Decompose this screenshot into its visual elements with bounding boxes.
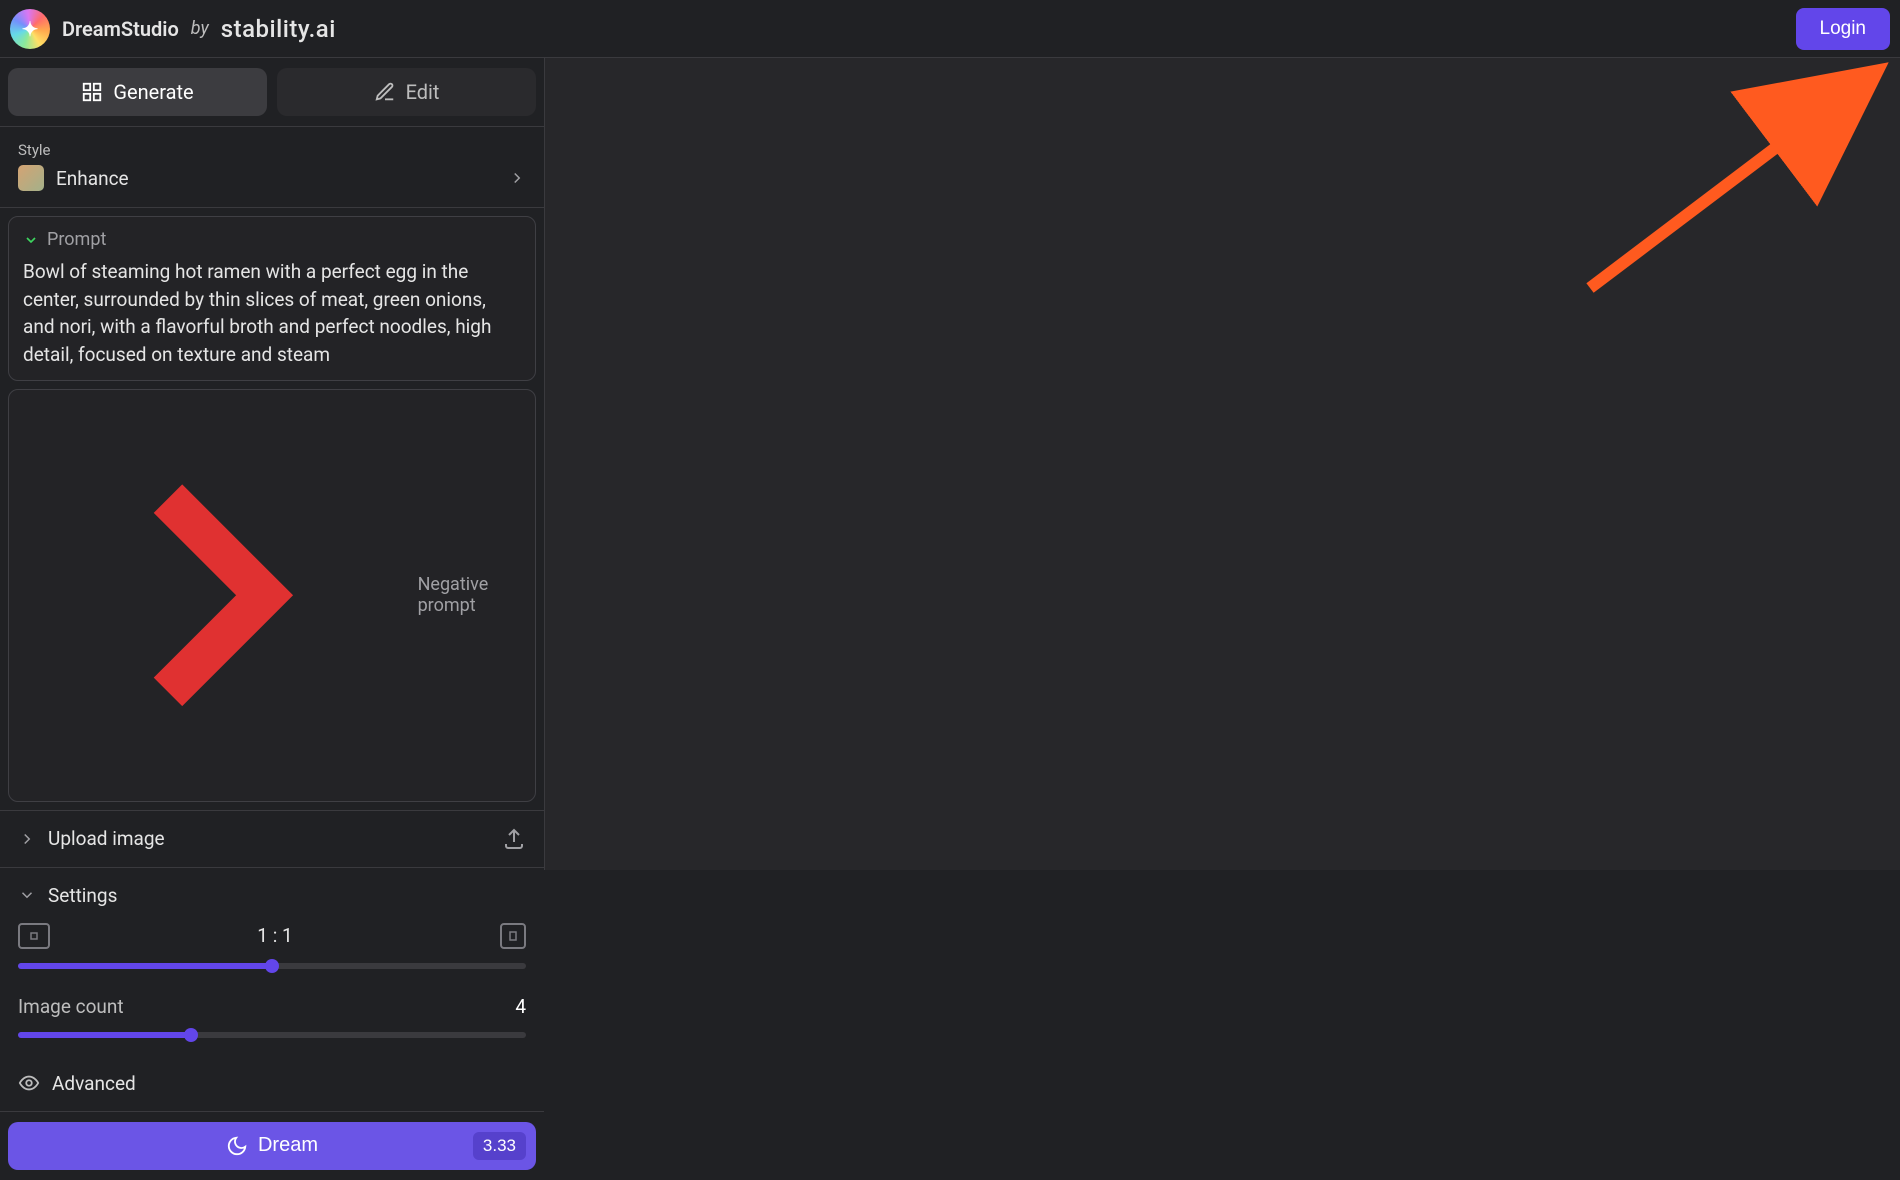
tab-edit[interactable]: Edit bbox=[277, 68, 536, 116]
chevron-right-icon bbox=[18, 830, 36, 848]
sidebar-footer: Dream 3.33 bbox=[0, 1111, 544, 1180]
upload-icon[interactable] bbox=[502, 827, 526, 851]
chevron-down-icon bbox=[18, 886, 36, 904]
landscape-icon bbox=[18, 923, 50, 949]
aspect-ratio-control: 1 : 1 bbox=[18, 923, 526, 969]
annotation-arrow bbox=[1560, 58, 1900, 318]
advanced-label: Advanced bbox=[52, 1072, 136, 1095]
brand: ✦ DreamStudio by stability.ai bbox=[10, 9, 336, 49]
brand-by: by bbox=[191, 18, 209, 39]
image-count-value: 4 bbox=[515, 995, 526, 1018]
advanced-toggle[interactable]: Advanced bbox=[0, 1056, 544, 1111]
upload-image-row[interactable]: Upload image bbox=[0, 811, 544, 867]
eye-icon bbox=[18, 1072, 40, 1094]
sidebar: Generate Edit Style Enhance bbox=[0, 58, 545, 870]
prompt-text[interactable]: Bowl of steaming hot ramen with a perfec… bbox=[23, 258, 521, 368]
moon-icon bbox=[226, 1135, 248, 1157]
style-section: Style Enhance bbox=[0, 127, 544, 208]
dream-label: Dream bbox=[258, 1134, 318, 1157]
negative-prompt-box[interactable]: Negative prompt bbox=[8, 389, 536, 802]
style-thumbnail bbox=[18, 165, 44, 191]
image-count-slider[interactable] bbox=[18, 1032, 526, 1038]
chevron-down-icon bbox=[23, 232, 39, 248]
image-count-control: Image count 4 bbox=[18, 995, 526, 1038]
brand-name: DreamStudio bbox=[62, 17, 179, 41]
image-count-label: Image count bbox=[18, 995, 124, 1018]
tab-edit-label: Edit bbox=[406, 80, 440, 104]
chevron-right-icon bbox=[508, 169, 526, 187]
logo-icon: ✦ bbox=[10, 9, 50, 49]
negative-prompt-title: Negative prompt bbox=[418, 574, 521, 616]
style-selected: Enhance bbox=[56, 167, 129, 190]
portrait-icon bbox=[500, 923, 526, 949]
settings-section: Settings 1 : 1 bbox=[0, 868, 544, 1111]
prompt-box[interactable]: Prompt Bowl of steaming hot ramen with a… bbox=[8, 216, 536, 381]
brand-stability: stability.ai bbox=[221, 15, 336, 43]
style-selector[interactable]: Enhance bbox=[0, 165, 544, 207]
tab-generate[interactable]: Generate bbox=[8, 68, 267, 116]
aspect-ratio-slider[interactable] bbox=[18, 963, 526, 969]
prompt-title: Prompt bbox=[47, 229, 106, 250]
settings-label: Settings bbox=[48, 884, 117, 907]
settings-header[interactable]: Settings bbox=[0, 868, 544, 911]
login-button[interactable]: Login bbox=[1796, 8, 1891, 50]
grid-icon bbox=[81, 81, 103, 103]
upload-section: Upload image bbox=[0, 811, 544, 868]
style-label: Style bbox=[0, 127, 544, 165]
chevron-right-icon bbox=[23, 402, 410, 789]
aspect-ratio-value: 1 : 1 bbox=[257, 924, 292, 947]
dream-cost: 3.33 bbox=[473, 1132, 526, 1160]
tab-generate-label: Generate bbox=[113, 80, 193, 104]
canvas-area bbox=[545, 58, 1900, 870]
prompt-section: Prompt Bowl of steaming hot ramen with a… bbox=[0, 208, 544, 811]
edit-icon bbox=[374, 81, 396, 103]
mode-tabs: Generate Edit bbox=[0, 58, 544, 127]
upload-label: Upload image bbox=[48, 827, 165, 850]
topbar: ✦ DreamStudio by stability.ai Login bbox=[0, 0, 1900, 58]
dream-button[interactable]: Dream 3.33 bbox=[8, 1122, 536, 1170]
